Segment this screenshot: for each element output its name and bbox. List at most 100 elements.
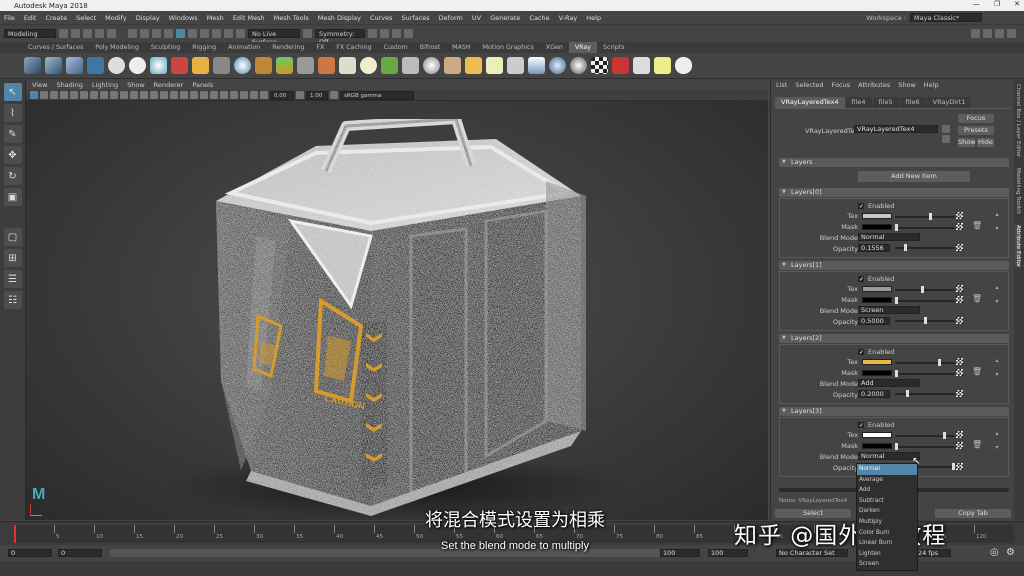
vray-curve-icon[interactable]: [402, 57, 419, 74]
menu-modify[interactable]: Modify: [105, 14, 127, 22]
live-surface-field[interactable]: No Live Surface: [248, 29, 300, 46]
exposure-icon[interactable]: [260, 91, 268, 99]
end-time-field[interactable]: 100: [708, 549, 748, 557]
attr-menu-focus[interactable]: Focus: [832, 81, 851, 89]
layer-0-mask-slider[interactable]: [895, 224, 955, 231]
maximize-icon[interactable]: ❐: [994, 0, 1000, 8]
vray-scene-icon[interactable]: [87, 57, 104, 74]
menu-windows[interactable]: Windows: [169, 14, 198, 22]
layer-1-mask-swatch[interactable]: [862, 297, 892, 303]
undo-icon[interactable]: [95, 29, 104, 38]
menu-deform[interactable]: Deform: [439, 14, 463, 22]
hypershade-icon[interactable]: [404, 29, 413, 38]
menu-help[interactable]: Help: [586, 14, 601, 22]
character-set-dropdown[interactable]: No Character Set: [776, 549, 848, 557]
film-gate-icon[interactable]: [80, 91, 88, 99]
attr-menu-selected[interactable]: Selected: [795, 81, 823, 89]
select-hierarchy-icon[interactable]: [128, 29, 137, 38]
vray-light-sphere-icon[interactable]: [234, 57, 251, 74]
layer-3-mask-knob[interactable]: [895, 443, 898, 450]
layer-2-opacity-knob[interactable]: [906, 390, 910, 397]
vray-displacement-icon[interactable]: [297, 57, 314, 74]
menu-curves[interactable]: Curves: [370, 14, 393, 22]
menu-create[interactable]: Create: [45, 14, 67, 22]
layer-2-header[interactable]: Layers[2]: [779, 334, 1009, 343]
layer-3-tex-slider[interactable]: [895, 432, 955, 439]
auto-key-icon[interactable]: ◎: [990, 547, 999, 558]
layer-2-tex-map-icon[interactable]: [956, 358, 963, 365]
tab-file4[interactable]: file4: [845, 97, 872, 108]
fps-dropdown[interactable]: 24 fps: [915, 549, 951, 557]
render-ipr-icon[interactable]: [380, 29, 389, 38]
shelf-tab-rigging[interactable]: Rigging: [186, 42, 222, 53]
gamma-field[interactable]: 1.00: [306, 90, 328, 100]
layer-3-reorder-icon[interactable]: ▴ ▾: [992, 430, 1002, 470]
blend-option-lighten[interactable]: Lighten: [857, 549, 917, 560]
xray-components-icon[interactable]: [250, 91, 258, 99]
playback-end-field[interactable]: 100: [660, 549, 700, 557]
menu-edit-mesh[interactable]: Edit Mesh: [233, 14, 265, 22]
camera-attributes-icon[interactable]: [40, 91, 48, 99]
shelf-tab-fx[interactable]: FX: [310, 42, 330, 53]
blend-option-add[interactable]: Add: [857, 485, 917, 496]
select-component-icon[interactable]: [152, 29, 161, 38]
layer-0-mask-map-icon[interactable]: [956, 223, 963, 230]
vray-plane-icon[interactable]: [528, 57, 545, 74]
snap-grid-icon[interactable]: [188, 29, 197, 38]
layer-3-tex-swatch[interactable]: [862, 432, 892, 438]
color-management-icon[interactable]: [330, 91, 338, 99]
shelf-tab-xgen[interactable]: XGen: [540, 42, 569, 53]
xray-icon[interactable]: [230, 91, 238, 99]
vray-ies-icon[interactable]: [507, 57, 524, 74]
layer-0-opacity-field[interactable]: 0.1556: [858, 244, 890, 252]
symmetry-dropdown[interactable]: Symmetry: Off: [315, 29, 365, 46]
ssao-icon[interactable]: [190, 91, 198, 99]
layer-1-mask-map-icon[interactable]: [956, 296, 963, 303]
shelf-tab-scripts[interactable]: Scripts: [597, 42, 631, 53]
show-button[interactable]: Show: [958, 138, 976, 147]
menu-edit[interactable]: Edit: [24, 14, 37, 22]
redo-icon[interactable]: [107, 29, 116, 38]
layer-1-mask-slider[interactable]: [895, 297, 955, 304]
menu-generate[interactable]: Generate: [490, 14, 520, 22]
vray-render-icon[interactable]: [24, 57, 41, 74]
layer-3-enabled-checkbox[interactable]: ✓: [858, 422, 864, 429]
vray-ball-icon[interactable]: [570, 57, 587, 74]
resolution-gate-icon[interactable]: [90, 91, 98, 99]
gate-mask-icon[interactable]: [100, 91, 108, 99]
layer-1-opacity-field[interactable]: 0.5000: [858, 317, 890, 325]
menu-vray[interactable]: V-Ray: [559, 14, 578, 22]
menu-mesh-tools[interactable]: Mesh Tools: [274, 14, 309, 22]
sign-in-icon[interactable]: [971, 29, 980, 38]
layer-2-opacity-field[interactable]: 0.2000: [858, 390, 890, 398]
layer-3-mask-swatch[interactable]: [862, 443, 892, 449]
shelf-tab-fx-caching[interactable]: FX Caching: [330, 42, 377, 53]
layer-2-reorder-icon[interactable]: ▴ ▾: [992, 357, 1002, 397]
colorspace-dropdown[interactable]: sRGB gamma: [340, 90, 414, 100]
hide-button[interactable]: Hide: [977, 138, 994, 147]
menu-surfaces[interactable]: Surfaces: [402, 14, 430, 22]
layer-1-header[interactable]: Layers[1]: [779, 261, 1009, 270]
layer-2-tex-knob[interactable]: [937, 359, 941, 366]
minimize-icon[interactable]: —: [973, 0, 980, 8]
select-all-icon[interactable]: [176, 29, 185, 38]
vray-spot-icon[interactable]: [486, 57, 503, 74]
layer-0-opacity-map-icon[interactable]: [956, 244, 963, 251]
bookmark-icon[interactable]: [50, 91, 58, 99]
isolate-icon[interactable]: [220, 91, 228, 99]
side-tab-modelling-toolkit[interactable]: Modelling Toolkit: [1015, 168, 1021, 214]
vray-plant-icon[interactable]: [381, 57, 398, 74]
layer-0-tex-swatch[interactable]: [862, 213, 892, 219]
antialias-icon[interactable]: [210, 91, 218, 99]
menu-uv[interactable]: UV: [472, 14, 481, 22]
vray-env-icon[interactable]: [549, 57, 566, 74]
vray-proxy-icon[interactable]: [213, 57, 230, 74]
vray-sphere-icon[interactable]: [108, 57, 125, 74]
exposure-field[interactable]: 0.00: [270, 90, 294, 100]
vray-hand-icon[interactable]: [192, 57, 209, 74]
go-to-input-icon[interactable]: [942, 125, 950, 133]
shelf-tab-bifrost[interactable]: Bifrost: [414, 42, 446, 53]
snap-surface-icon[interactable]: [224, 29, 233, 38]
vray-object-props-icon[interactable]: [318, 57, 335, 74]
vray-material-icon[interactable]: [150, 57, 167, 74]
